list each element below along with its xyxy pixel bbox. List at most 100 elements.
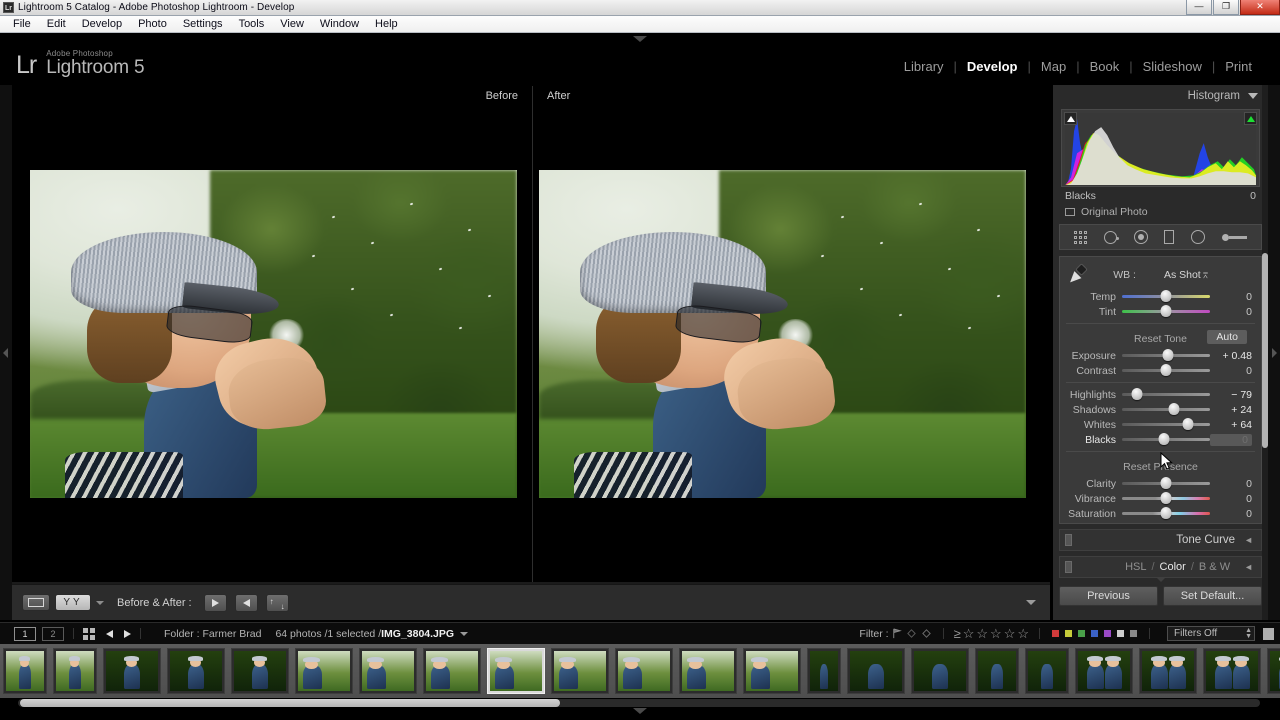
grid-view-icon[interactable] bbox=[83, 627, 95, 640]
histogram-header[interactable]: Histogram bbox=[1053, 85, 1268, 107]
filter-preset-select[interactable]: Filters Off ▲ ▼ bbox=[1167, 626, 1255, 641]
color-label-green[interactable] bbox=[1077, 629, 1086, 638]
slider-contrast[interactable]: Contrast 0 bbox=[1060, 363, 1261, 378]
filmstrip-thumb[interactable] bbox=[53, 648, 97, 694]
filmstrip[interactable] bbox=[0, 644, 1280, 698]
auto-tone-button[interactable]: Auto bbox=[1207, 330, 1247, 344]
slider-value[interactable]: − 79 bbox=[1210, 389, 1252, 401]
hsl-switch-icon[interactable] bbox=[1065, 561, 1072, 573]
original-photo-checkbox-icon[interactable] bbox=[1065, 208, 1075, 216]
color-label-blue[interactable] bbox=[1090, 629, 1099, 638]
module-develop[interactable]: Develop bbox=[957, 59, 1028, 74]
module-library[interactable]: Library bbox=[894, 59, 954, 74]
slider-blacks[interactable]: Blacks 0 bbox=[1060, 432, 1261, 447]
color-label-red[interactable] bbox=[1051, 629, 1060, 638]
white-balance-selector-icon[interactable] bbox=[1066, 263, 1088, 286]
copy-before-to-after-button[interactable] bbox=[234, 593, 258, 612]
filmstrip-thumb[interactable] bbox=[743, 648, 801, 694]
loupe-view-icon[interactable] bbox=[22, 594, 50, 611]
menu-file[interactable]: File bbox=[5, 16, 39, 32]
radial-filter-icon[interactable] bbox=[1190, 230, 1205, 244]
slider-track[interactable] bbox=[1122, 403, 1210, 415]
source-indicator-2[interactable]: 2 bbox=[42, 626, 64, 641]
close-button[interactable]: ✕ bbox=[1240, 0, 1280, 15]
original-photo-row[interactable]: Original Photo bbox=[1053, 202, 1268, 222]
shadow-clipping-toggle[interactable] bbox=[1064, 112, 1077, 125]
slider-track[interactable] bbox=[1122, 388, 1210, 400]
menu-view[interactable]: View bbox=[272, 16, 312, 32]
flag-picked-icon[interactable] bbox=[891, 628, 902, 639]
after-photo[interactable] bbox=[539, 170, 1026, 498]
color-label-custom[interactable] bbox=[1129, 629, 1138, 638]
crop-overlay-icon[interactable] bbox=[1074, 230, 1088, 244]
top-panel-toggle-caret[interactable] bbox=[633, 36, 647, 42]
slider-whites[interactable]: Whites + 64 bbox=[1060, 417, 1261, 432]
slider-knob[interactable] bbox=[1160, 364, 1172, 376]
set-default-button[interactable]: Set Default... bbox=[1163, 586, 1262, 606]
graduated-filter-icon[interactable] bbox=[1164, 230, 1175, 244]
histogram-chart[interactable] bbox=[1065, 113, 1256, 186]
menu-photo[interactable]: Photo bbox=[130, 16, 175, 32]
menu-edit[interactable]: Edit bbox=[39, 16, 74, 32]
go-forward-icon[interactable] bbox=[124, 629, 131, 638]
adjustment-brush-icon[interactable] bbox=[1221, 233, 1247, 241]
filmstrip-scroll-thumb[interactable] bbox=[20, 699, 560, 707]
filmstrip-thumb[interactable] bbox=[1025, 648, 1069, 694]
menu-settings[interactable]: Settings bbox=[175, 16, 231, 32]
histogram-panel[interactable] bbox=[1061, 109, 1260, 187]
slider-track[interactable] bbox=[1122, 290, 1210, 302]
slider-shadows[interactable]: Shadows + 24 bbox=[1060, 402, 1261, 417]
slider-vibrance[interactable]: Vibrance 0 bbox=[1060, 491, 1261, 506]
slider-track[interactable] bbox=[1122, 364, 1210, 376]
hsl-color-bw-panel-header[interactable]: HSL / Color / B & W ◄ bbox=[1059, 556, 1262, 582]
module-print[interactable]: Print bbox=[1215, 59, 1262, 74]
module-slideshow[interactable]: Slideshow bbox=[1133, 59, 1212, 74]
tone-curve-switch-icon[interactable] bbox=[1065, 534, 1072, 546]
toolbar-options-chevron-icon[interactable] bbox=[1026, 600, 1036, 605]
filmstrip-thumb[interactable] bbox=[679, 648, 737, 694]
color-label-none[interactable] bbox=[1116, 629, 1125, 638]
chevron-down-icon[interactable] bbox=[1248, 93, 1258, 99]
red-eye-correction-icon[interactable] bbox=[1133, 230, 1148, 244]
bottom-panel-toggle-caret[interactable] bbox=[633, 708, 647, 714]
collapse-arrow-icon[interactable]: ◄ bbox=[1244, 562, 1253, 572]
slider-highlights[interactable]: Highlights − 79 bbox=[1060, 387, 1261, 402]
star-2[interactable]: ☆ bbox=[976, 626, 988, 642]
go-back-icon[interactable] bbox=[106, 629, 113, 638]
slider-knob[interactable] bbox=[1158, 433, 1170, 445]
slider-track[interactable] bbox=[1122, 349, 1210, 361]
filmstrip-thumb[interactable] bbox=[615, 648, 673, 694]
left-panel-collapse-strip[interactable] bbox=[0, 85, 12, 620]
filmstrip-thumb[interactable] bbox=[231, 648, 289, 694]
before-after-mode-button[interactable]: YY bbox=[55, 594, 91, 611]
filmstrip-thumb[interactable] bbox=[847, 648, 905, 694]
slider-track[interactable] bbox=[1122, 433, 1210, 445]
source-indicator-1[interactable]: 1 bbox=[14, 626, 36, 641]
slider-clarity[interactable]: Clarity 0 bbox=[1060, 476, 1261, 491]
filmstrip-thumb[interactable] bbox=[1075, 648, 1133, 694]
slider-knob[interactable] bbox=[1160, 492, 1172, 504]
filmstrip-thumb[interactable] bbox=[551, 648, 609, 694]
filmstrip-thumb[interactable] bbox=[295, 648, 353, 694]
bw-tab[interactable]: B & W bbox=[1194, 561, 1235, 573]
slider-knob[interactable] bbox=[1160, 507, 1172, 519]
slider-saturation[interactable]: Saturation 0 bbox=[1060, 506, 1261, 521]
slider-knob[interactable] bbox=[1131, 388, 1143, 400]
module-book[interactable]: Book bbox=[1080, 59, 1130, 74]
tone-curve-panel-header[interactable]: Tone Curve ◄ bbox=[1059, 529, 1262, 551]
menu-develop[interactable]: Develop bbox=[74, 16, 130, 32]
filmstrip-thumb[interactable] bbox=[103, 648, 161, 694]
slider-knob[interactable] bbox=[1162, 349, 1174, 361]
filmstrip-thumb-selected[interactable] bbox=[487, 648, 545, 694]
filmstrip-thumb[interactable] bbox=[1267, 648, 1280, 694]
filmstrip-thumb[interactable] bbox=[1203, 648, 1261, 694]
slider-track[interactable] bbox=[1122, 507, 1210, 519]
right-panel-collapse-strip[interactable] bbox=[1268, 85, 1280, 620]
slider-value[interactable]: + 24 bbox=[1210, 404, 1252, 416]
collapse-arrow-icon[interactable]: ◄ bbox=[1244, 535, 1253, 545]
slider-value[interactable]: 0 bbox=[1210, 478, 1252, 490]
filmstrip-thumb[interactable] bbox=[807, 648, 841, 694]
after-pane[interactable]: After bbox=[533, 86, 1049, 582]
filmstrip-thumb[interactable] bbox=[975, 648, 1019, 694]
spot-removal-icon[interactable] bbox=[1103, 230, 1119, 244]
